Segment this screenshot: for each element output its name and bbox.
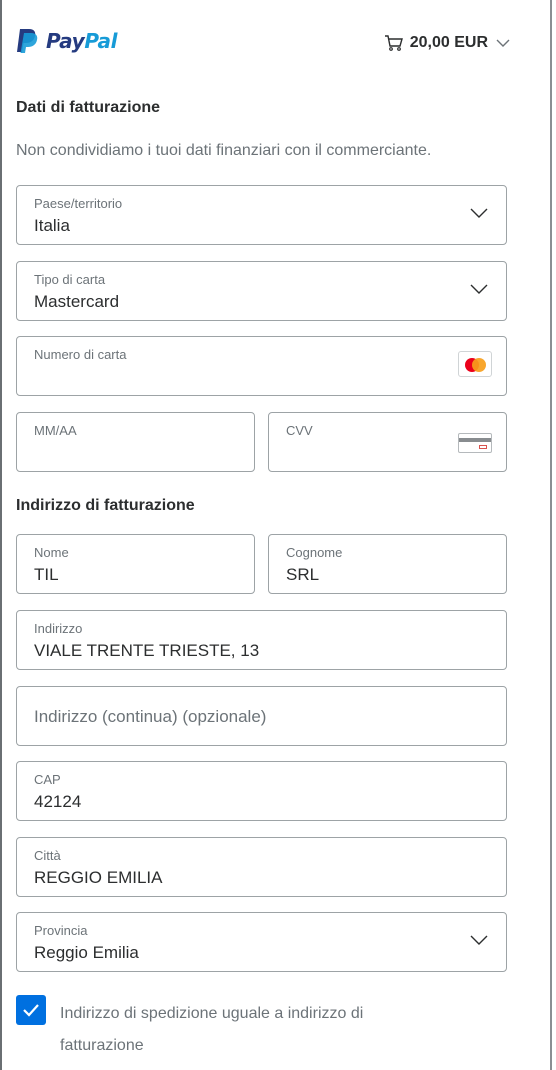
card-type-label: Tipo di carta [34,272,106,287]
street2-field[interactable]: Indirizzo (continua) (opzionale) [16,686,507,746]
street-field[interactable]: Indirizzo VIALE TRENTE TRIESTE, 13 [16,610,507,670]
chevron-down-icon [496,39,510,47]
chevron-down-icon [470,208,488,218]
card-number-field[interactable]: Numero di carta [16,336,507,396]
street-value: VIALE TRENTE TRIESTE, 13 [34,641,260,660]
header: PayPal 20,00 EUR [16,28,516,64]
expiry-label: MM/AA [34,423,77,438]
country-label: Paese/territorio [34,196,123,211]
province-value: Reggio Emilia [34,943,139,962]
street2-placeholder: Indirizzo (continua) (opzionale) [34,707,267,726]
first-name-value: TIL [34,565,59,584]
city-label: Città [34,848,61,863]
cart-icon [384,35,403,51]
same-shipping-label[interactable]: Indirizzo di spedizione uguale a indiriz… [60,998,440,1062]
country-value: Italia [34,216,70,235]
street-label: Indirizzo [34,621,83,636]
last-name-label: Cognome [286,545,343,560]
zip-label: CAP [34,772,61,787]
checkmark-icon [23,1004,39,1017]
zip-field[interactable]: CAP 42124 [16,761,507,821]
expiry-field[interactable]: MM/AA [16,412,255,472]
province-select[interactable]: Provincia Reggio Emilia [16,912,507,972]
same-shipping-checkbox[interactable] [16,995,46,1025]
last-name-value: SRL [286,565,320,584]
cart-total: 20,00 EUR [409,34,488,51]
card-type-value: Mastercard [34,292,120,311]
logo-pal: Pal [84,29,118,53]
city-value: REGGIO EMILIA [34,868,163,887]
mastercard-icon [458,351,492,377]
zip-value: 42124 [34,792,82,811]
card-number-label: Numero di carta [34,347,127,362]
paypal-logo: PayPal [16,28,118,54]
cvv-card-icon [458,433,492,453]
last-name-field[interactable]: Cognome SRL [268,534,507,594]
logo-pay: Pay [46,29,85,53]
card-type-select[interactable]: Tipo di carta Mastercard [16,261,507,321]
city-field[interactable]: Città REGGIO EMILIA [16,837,507,897]
address-section-title: Indirizzo di fatturazione [16,497,195,514]
first-name-field[interactable]: Nome TIL [16,534,255,594]
billing-section-title: Dati di fatturazione [16,99,161,116]
cvv-field[interactable]: CVV [268,412,507,472]
country-select[interactable]: Paese/territorio Italia [16,185,507,245]
cvv-label: CVV [286,423,313,438]
cart-summary-button[interactable]: 20,00 EUR [384,34,516,52]
privacy-note: Non condividiamo i tuoi dati finanziari … [16,142,432,159]
paypal-wordmark: PayPal [46,29,118,53]
province-label: Provincia [34,923,88,938]
chevron-down-icon [470,935,488,945]
paypal-logo-icon [17,29,38,53]
chevron-down-icon [470,284,488,294]
first-name-label: Nome [34,545,69,560]
